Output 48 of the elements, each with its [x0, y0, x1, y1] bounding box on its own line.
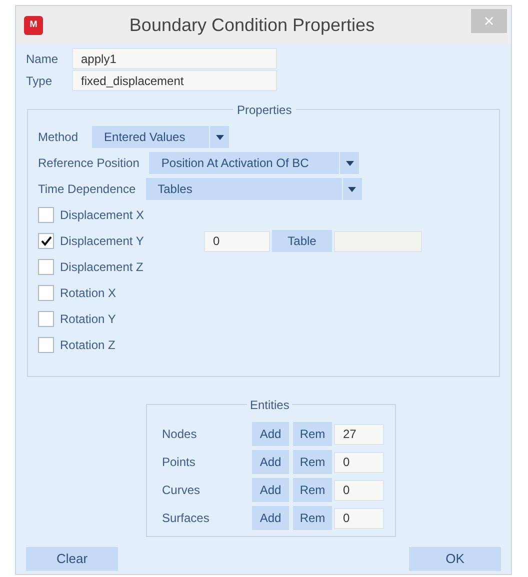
window-title: Boundary Condition Properties	[128, 14, 376, 37]
table-button[interactable]: Table	[272, 230, 332, 252]
checkbox[interactable]	[38, 207, 54, 223]
checkbox-label: Displacement X	[60, 207, 146, 224]
value-field[interactable]: 0	[204, 230, 270, 252]
entity-label: Surfaces	[162, 510, 210, 527]
count-field[interactable]: 27	[334, 424, 384, 444]
remove-button[interactable]: Rem	[293, 506, 332, 530]
entity-label: Nodes	[162, 426, 198, 443]
field-label: Name	[26, 50, 60, 68]
checkbox-label: Rotation Y	[60, 311, 117, 328]
dropdown[interactable]: Position At Activation Of BC	[149, 152, 360, 174]
dialog-button[interactable]: OK	[409, 547, 501, 571]
app-icon: M	[24, 16, 43, 34]
text-field[interactable]: apply1	[72, 48, 277, 69]
checkbox-label: Displacement Z	[60, 259, 144, 276]
add-button[interactable]: Add	[252, 422, 289, 446]
checkbox[interactable]	[38, 233, 54, 249]
checkbox[interactable]	[38, 259, 54, 275]
caret-icon	[346, 160, 354, 166]
caret-icon	[216, 134, 224, 140]
text-field[interactable]: fixed_displacement	[72, 70, 277, 91]
caret-icon	[348, 186, 356, 192]
add-button[interactable]: Add	[252, 506, 289, 530]
remove-button[interactable]: Rem	[293, 450, 332, 474]
dialog-button[interactable]: Clear	[26, 547, 118, 571]
checkbox[interactable]	[38, 337, 54, 353]
entity-label: Points	[162, 454, 196, 471]
add-button[interactable]: Add	[252, 450, 289, 474]
dropdown[interactable]: Tables	[146, 178, 362, 200]
dropdown[interactable]: Entered Values	[92, 126, 230, 148]
checkbox-label: Rotation Z	[60, 337, 116, 354]
checkbox-label: Rotation X	[60, 285, 118, 302]
field-label: Reference Position	[38, 155, 140, 172]
field-label: Method	[38, 129, 78, 146]
entity-label: Curves	[162, 482, 202, 499]
count-field[interactable]: 0	[334, 508, 384, 528]
field-label: Time Dependence	[38, 181, 136, 198]
checkbox[interactable]	[38, 311, 54, 327]
field-label: Type	[26, 72, 54, 90]
check-icon	[40, 236, 52, 246]
count-field[interactable]: 0	[334, 452, 384, 472]
remove-button[interactable]: Rem	[293, 422, 332, 446]
checkbox-label: Displacement Y	[60, 233, 145, 250]
add-button[interactable]: Add	[252, 478, 289, 502]
remove-button[interactable]: Rem	[293, 478, 332, 502]
count-field[interactable]: 0	[334, 480, 384, 500]
checkbox[interactable]	[38, 285, 54, 301]
